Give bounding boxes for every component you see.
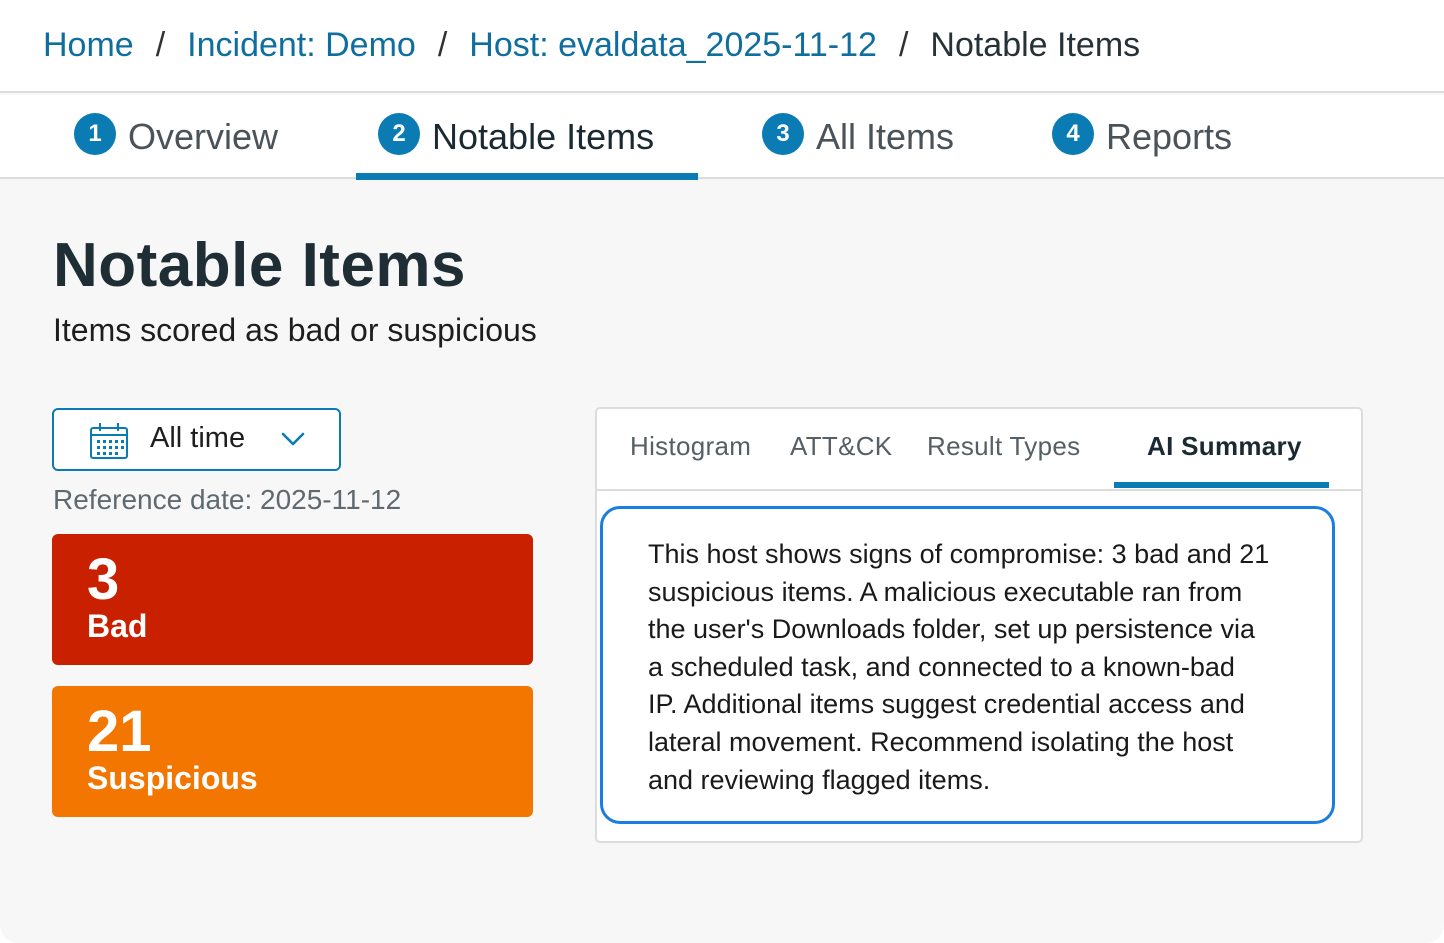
panel-tab-bar: Histogram ATT&CK Result Types AI Summary	[597, 409, 1361, 491]
breadcrumb-separator: /	[437, 26, 448, 64]
summary-line: This host shows signs of compromise: 3 b…	[648, 539, 1270, 569]
breadcrumb-host-link[interactable]: Host: evaldata_2025-11-12	[469, 26, 877, 65]
step-number-badge: 1	[74, 113, 116, 155]
tab-notable-items[interactable]: 2 Notable Items	[378, 95, 654, 179]
suspicious-count: 21	[87, 699, 152, 764]
breadcrumb-incident-link[interactable]: Incident: Demo	[187, 26, 416, 65]
tab-label: Notable Items	[432, 116, 655, 157]
breadcrumb: Home / Incident: Demo / Host: evaldata_2…	[0, 0, 1444, 93]
reference-date: Reference date: 2025-11-12	[53, 484, 402, 515]
tab-attack[interactable]: ATT&CK	[790, 431, 892, 462]
summary-line: the user's Downloads folder, set up pers…	[648, 614, 1255, 645]
tab-label: Overview	[128, 116, 279, 157]
summary-line: suspicious items. A malicious executable…	[648, 576, 1243, 607]
tab-ai-summary[interactable]: AI Summary	[1147, 431, 1302, 462]
step-number-badge: 2	[378, 113, 420, 155]
breadcrumb-separator: /	[898, 26, 909, 64]
step-number-badge: 4	[1052, 113, 1094, 155]
app-window: Home / Incident: Demo / Host: evaldata_2…	[0, 0, 1444, 943]
tab-overview[interactable]: 1 Overview	[74, 95, 278, 179]
breadcrumb-current: Notable Items	[930, 26, 1141, 64]
chevron-down-icon	[280, 430, 306, 453]
step-tabs: 1 Overview 2 Notable Items 3 All Items 4…	[0, 95, 1444, 180]
time-range-select[interactable]: All time	[52, 408, 341, 471]
time-range-value: All time	[150, 422, 246, 454]
breadcrumb-home-link[interactable]: Home	[43, 26, 134, 65]
bad-count: 3	[87, 547, 120, 612]
tab-result-types[interactable]: Result Types	[927, 431, 1080, 462]
tab-histogram[interactable]: Histogram	[630, 431, 751, 462]
tab-label: All Items	[816, 116, 955, 157]
bad-score-card[interactable]: 3 Bad	[52, 534, 533, 665]
summary-line: and reviewing flagged items.	[648, 764, 991, 795]
active-panel-tab-indicator	[1114, 482, 1329, 488]
tab-label: Reports	[1106, 116, 1233, 157]
summary-line: lateral movement. Recommend isolating th…	[648, 726, 1234, 757]
tab-reports[interactable]: 4 Reports	[1052, 95, 1232, 179]
calendar-icon	[89, 422, 129, 465]
suspicious-score-card[interactable]: 21 Suspicious	[52, 686, 533, 817]
summary-line: IP. Additional items suggest credential …	[648, 689, 1245, 720]
summary-line: a scheduled task, and connected to a kno…	[648, 651, 1235, 682]
page-subtitle: Items scored as bad or suspicious	[53, 312, 537, 348]
analysis-panel: Histogram ATT&CK Result Types AI Summary…	[595, 407, 1363, 843]
ai-summary-text: This host shows signs of compromise: 3 b…	[600, 506, 1335, 824]
active-tab-indicator	[356, 173, 698, 180]
step-number-badge: 3	[762, 113, 804, 155]
bad-label: Bad	[87, 608, 148, 644]
suspicious-label: Suspicious	[87, 760, 258, 796]
breadcrumb-separator: /	[155, 26, 166, 64]
page-title: Notable Items	[53, 231, 467, 300]
tab-all-items[interactable]: 3 All Items	[762, 95, 954, 179]
